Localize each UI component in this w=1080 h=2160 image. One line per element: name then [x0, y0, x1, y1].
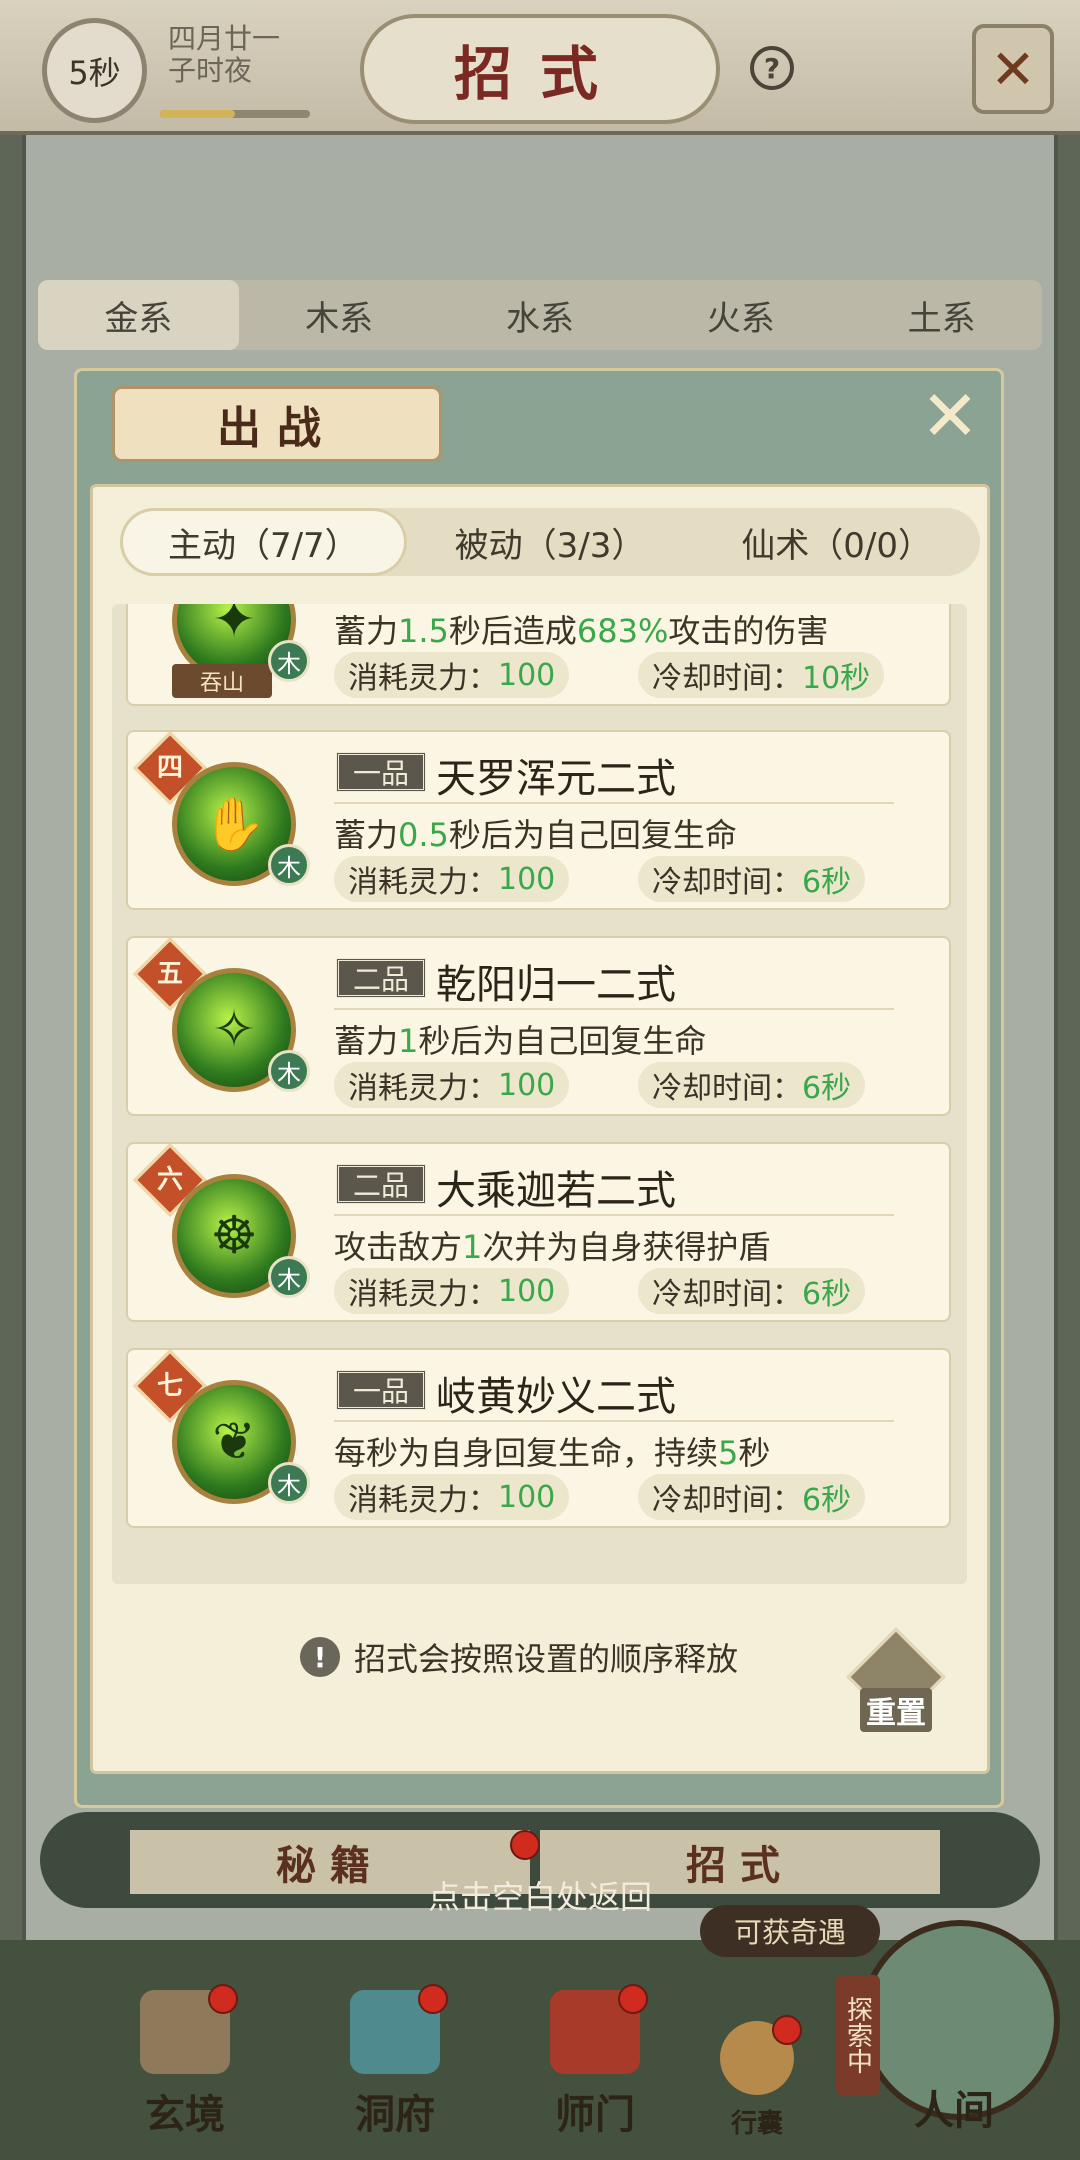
reset-label: 重置: [860, 1688, 932, 1732]
skill-description: 蓄力0.5秒后为自己回复生命: [334, 816, 737, 854]
mana-cost: 消耗灵力： 100: [334, 652, 570, 698]
skill-card[interactable]: 六 ☸ 木 二品 大乘迦若二式 攻击敌方1次并为自身获得护盾 消耗灵力： 100 …: [126, 1142, 951, 1322]
tab-water[interactable]: 水系: [440, 280, 641, 350]
mana-cost: 消耗灵力： 100: [334, 1474, 570, 1520]
skill-name: 乾阳归一二式: [436, 962, 676, 1008]
element-badge: 木: [268, 1256, 310, 1298]
grade-badge: 一品: [336, 1370, 426, 1410]
skill-card[interactable]: ✦ 吞山 木 蓄力1.5秒后造成683%攻击的伤害 消耗灵力： 100 冷却时间：…: [126, 604, 951, 706]
element-badge: 木: [268, 1462, 310, 1504]
nav-renjian-label: 人间: [914, 2087, 994, 2134]
divider: [334, 1420, 894, 1422]
dialog-title: 出战: [112, 386, 442, 462]
element-badge: 木: [268, 1050, 310, 1092]
nav-label: 洞府: [355, 2091, 435, 2138]
tab-fire[interactable]: 火系: [640, 280, 841, 350]
close-icon: ✕: [990, 37, 1036, 101]
close-icon: ✕: [920, 375, 980, 457]
scroll-icon: [140, 1984, 238, 2074]
order-notice: ! 招式会按照设置的顺序释放: [300, 1632, 738, 1682]
nav-xuanjing[interactable]: 玄境: [120, 1984, 250, 2140]
page-title: 招式: [360, 14, 720, 124]
element-badge: 木: [268, 640, 310, 682]
element-tabs: 金系 木系 水系 火系 土系: [38, 280, 1042, 350]
divider: [334, 1214, 894, 1216]
close-page-button[interactable]: ✕: [972, 24, 1054, 114]
grade-badge: 一品: [336, 752, 426, 792]
mana-cost: 消耗灵力： 100: [334, 1062, 570, 1108]
notification-dot: [618, 1984, 648, 2014]
time-of-day: 子时夜: [168, 54, 253, 87]
skill-tag: 吞山: [172, 664, 272, 698]
nav-label: 行囊: [730, 2109, 783, 2139]
mana-cost: 消耗灵力： 100: [334, 856, 570, 902]
nav-dongfu[interactable]: 洞府: [330, 1984, 460, 2140]
tab-wood[interactable]: 木系: [239, 280, 440, 350]
reset-button[interactable]: 重置: [846, 1627, 946, 1732]
cooldown: 冷却时间： 6秒: [638, 1062, 866, 1108]
skill-description: 每秒为自身回复生命，持续5秒: [334, 1434, 771, 1472]
grade-badge: 二品: [336, 1164, 426, 1204]
divider: [334, 1008, 894, 1010]
return-hint[interactable]: 点击空白处返回: [300, 1870, 780, 1920]
exclamation-icon: !: [300, 1637, 340, 1677]
banner-icon: [550, 1984, 648, 2074]
nav-shimen[interactable]: 师门: [530, 1984, 660, 2140]
skill-description: 蓄力1.5秒后造成683%攻击的伤害: [334, 612, 829, 650]
dialog-close-button[interactable]: ✕: [918, 375, 982, 457]
skill-card[interactable]: 四 ✋ 木 一品 天罗浑元二式 蓄力0.5秒后为自己回复生命 消耗灵力： 100 …: [126, 730, 951, 910]
cooldown: 冷却时间： 6秒: [638, 1268, 866, 1314]
tab-immortal-arts[interactable]: 仙术（0/0）: [693, 508, 980, 576]
nav-xingnang[interactable]: 行囊: [702, 1990, 812, 2140]
tab-passive-skills[interactable]: 被动（3/3）: [407, 508, 694, 576]
skill-description: 蓄力1秒后为自己回复生命: [334, 1022, 707, 1060]
grade-badge: 二品: [336, 958, 426, 998]
notification-dot: [772, 2015, 802, 2045]
tab-earth[interactable]: 土系: [841, 280, 1042, 350]
skill-name: 岐黄妙义二式: [436, 1374, 676, 1420]
bag-icon: [720, 2015, 802, 2095]
tab-metal[interactable]: 金系: [38, 280, 239, 350]
time-progress-fill: [160, 110, 235, 118]
skill-name: 天罗浑元二式: [436, 756, 676, 802]
skill-card[interactable]: 五 ✧ 木 二品 乾阳归一二式 蓄力1秒后为自己回复生命 消耗灵力： 100 冷却…: [126, 936, 951, 1116]
skill-card[interactable]: 七 ❦ 木 一品 岐黄妙义二式 每秒为自身回复生命，持续5秒 消耗灵力： 100 …: [126, 1348, 951, 1528]
exploring-tag: 探索中: [836, 1975, 880, 2095]
tab-active-skills[interactable]: 主动（7/7）: [120, 508, 407, 576]
skill-name: 大乘迦若二式: [436, 1168, 676, 1214]
notification-dot: [510, 1830, 540, 1860]
notice-text: 招式会按照设置的顺序释放: [354, 1640, 739, 1678]
divider: [334, 802, 894, 804]
lunar-date: 四月廿一: [168, 22, 281, 55]
time-progress-bar: [160, 110, 310, 118]
pavilion-icon: [350, 1984, 448, 2074]
notification-dot: [418, 1984, 448, 2014]
timer-badge: 5秒: [42, 18, 147, 123]
cooldown: 冷却时间： 10秒: [638, 652, 885, 698]
help-button[interactable]: ?: [750, 46, 794, 90]
skill-type-tabs: 主动（7/7） 被动（3/3） 仙术（0/0）: [120, 508, 980, 576]
skill-description: 攻击敌方1次并为自身获得护盾: [334, 1228, 771, 1266]
nav-label: 师门: [555, 2091, 635, 2138]
nav-label: 玄境: [145, 2091, 225, 2138]
cooldown: 冷却时间： 6秒: [638, 1474, 866, 1520]
mana-cost: 消耗灵力： 100: [334, 1268, 570, 1314]
notification-dot: [208, 1984, 238, 2014]
cooldown: 冷却时间： 6秒: [638, 856, 866, 902]
skill-list[interactable]: ✦ 吞山 木 蓄力1.5秒后造成683%攻击的伤害 消耗灵力： 100 冷却时间：…: [112, 604, 967, 1584]
element-badge: 木: [268, 844, 310, 886]
